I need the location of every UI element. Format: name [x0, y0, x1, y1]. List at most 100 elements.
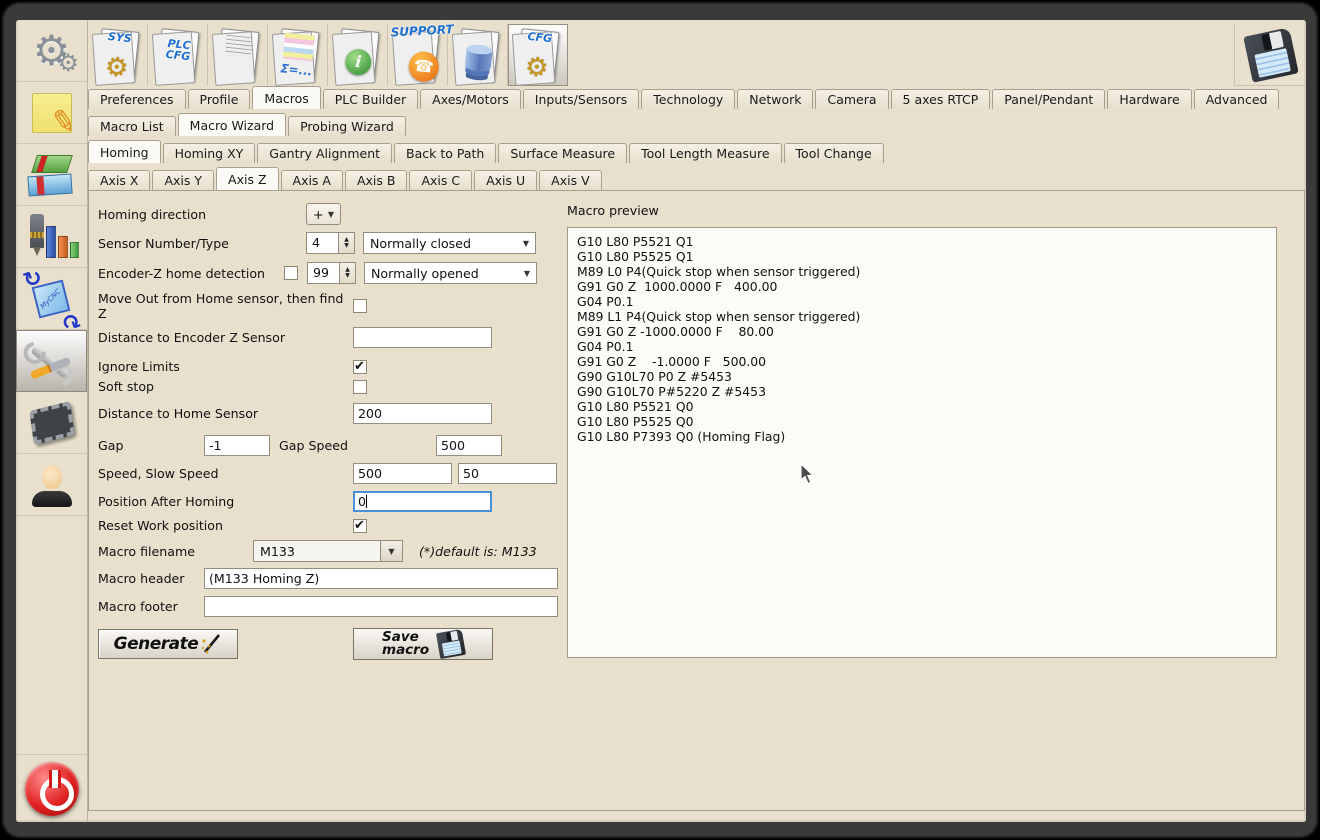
move-out-checkbox[interactable] [353, 299, 367, 313]
macro-header-input[interactable]: (M133 Homing Z) [204, 568, 558, 589]
ignore-limits-label: Ignore Limits [98, 359, 353, 374]
tab-probing-wizard[interactable]: Probing Wizard [288, 116, 406, 136]
tab-hardware[interactable]: Hardware [1107, 89, 1191, 109]
tab-advanced[interactable]: Advanced [1194, 89, 1280, 109]
tab-axis-a[interactable]: Axis A [281, 170, 343, 190]
toolbar-plc-cfg-button[interactable]: PLC CFG [148, 24, 208, 86]
sidebar-item-settings[interactable]: ⚙ ⚙ [16, 20, 87, 82]
tab-technology[interactable]: Technology [641, 89, 735, 109]
tab-macro-wizard[interactable]: Macro Wizard [178, 113, 286, 136]
tab-axis-u[interactable]: Axis U [474, 170, 537, 190]
sidebar-item-edit-note[interactable]: ✎ [16, 82, 87, 144]
document-icon: SYS ⚙ [96, 28, 139, 82]
position-after-input[interactable]: 0 [353, 491, 492, 512]
macro-footer-label: Macro footer [98, 599, 204, 614]
sidebar: ⚙ ⚙ ✎ ↻ MyCNC ↻ [16, 20, 88, 822]
tab-homing[interactable]: Homing [88, 140, 161, 163]
phone-icon: ☎ [407, 50, 440, 83]
gap-speed-label: Gap Speed [279, 438, 436, 453]
tab-axis-z[interactable]: Axis Z [216, 167, 278, 190]
spinner-arrows-icon[interactable]: ▲▼ [339, 263, 355, 283]
wizard-tabs: HomingHoming XYGantry AlignmentBack to P… [88, 136, 1306, 163]
toolbar-save-button[interactable] [1234, 24, 1306, 86]
tab-profile[interactable]: Profile [188, 89, 251, 109]
dist-encoder-input[interactable] [353, 327, 492, 348]
tab-axis-y[interactable]: Axis Y [152, 170, 214, 190]
floppy-disk-icon [1243, 27, 1299, 83]
tab-axes-motors[interactable]: Axes/Motors [420, 89, 521, 109]
encoder-z-type-select[interactable]: Normally opened ▼ [364, 262, 537, 284]
soft-stop-checkbox[interactable] [353, 380, 367, 394]
tab-panel-pendant[interactable]: Panel/Pendant [992, 89, 1105, 109]
tab-axis-x[interactable]: Axis X [88, 170, 150, 190]
dist-encoder-label: Distance to Encoder Z Sensor [98, 330, 353, 345]
tab-inputs-sensors[interactable]: Inputs/Sensors [523, 89, 639, 109]
document-icon: PLC CFG [156, 28, 199, 82]
gear-small-icon: ⚙ [57, 49, 79, 77]
sidebar-item-tools[interactable] [16, 330, 87, 392]
toolbar-support-button[interactable]: SUPPORT ☎ [388, 24, 448, 86]
toolbar-info-button[interactable]: i [328, 24, 388, 86]
document-icon: SUPPORT ☎ [396, 28, 439, 82]
macro-preview-text[interactable]: G10 L80 P5521 Q1 G10 L80 P5525 Q1 M89 L0… [567, 227, 1277, 658]
tab-network[interactable]: Network [737, 89, 813, 109]
toolbar-cfg-button[interactable]: CFG ⚙ [508, 24, 568, 86]
text-caret [366, 495, 367, 508]
slow-speed-input[interactable]: 50 [458, 463, 557, 484]
mouse-cursor [800, 463, 816, 485]
sys-label: SYS [101, 30, 138, 45]
tab-back-to-path[interactable]: Back to Path [394, 143, 496, 163]
encoder-z-spinner[interactable]: 99 ▲▼ [307, 262, 356, 284]
tab-axis-c[interactable]: Axis C [409, 170, 472, 190]
tab-gantry-alignment[interactable]: Gantry Alignment [257, 143, 392, 163]
rotate-arrow-icon: ↻ [58, 306, 83, 330]
sidebar-item-statistics[interactable] [16, 206, 87, 268]
sensor-type-select[interactable]: Normally closed ▼ [363, 232, 536, 254]
tab-macros[interactable]: Macros [252, 86, 320, 109]
tab-surface-measure[interactable]: Surface Measure [498, 143, 627, 163]
tab-camera[interactable]: Camera [815, 89, 888, 109]
plc-cfg-label: PLC CFG [159, 37, 197, 63]
tab-axis-v[interactable]: Axis V [539, 170, 601, 190]
power-button[interactable] [25, 762, 79, 816]
dist-home-input[interactable]: 200 [353, 403, 492, 424]
macro-footer-input[interactable] [204, 596, 558, 617]
gap-input[interactable]: -1 [204, 435, 270, 456]
speed-input[interactable]: 500 [353, 463, 452, 484]
tab-tool-change[interactable]: Tool Change [784, 143, 884, 163]
tab-5-axes-rtcp[interactable]: 5 axes RTCP [891, 89, 991, 109]
sidebar-item-user[interactable] [16, 454, 87, 516]
reset-work-checkbox[interactable] [353, 519, 367, 533]
toolbar-sys-settings-button[interactable]: SYS ⚙ [88, 24, 148, 86]
sidebar-item-hardware[interactable] [16, 392, 87, 454]
toolbar-database-button[interactable] [448, 24, 508, 86]
tab-plc-builder[interactable]: PLC Builder [323, 89, 418, 109]
tab-tool-length-measure[interactable]: Tool Length Measure [629, 143, 781, 163]
toolbar-text-doc-button[interactable] [208, 24, 268, 86]
gap-speed-input[interactable]: 500 [436, 435, 502, 456]
spinner-arrows-icon[interactable]: ▲▼ [338, 233, 354, 253]
info-icon: i [343, 48, 372, 77]
toolbar-macro-formulas-button[interactable]: Σ=... [268, 24, 328, 86]
homing-direction-select[interactable]: + ▼ [306, 203, 341, 225]
sidebar-item-manuals[interactable] [16, 144, 87, 206]
tab-preferences[interactable]: Preferences [88, 89, 186, 109]
app-window: ⚙ ⚙ ✎ ↻ MyCNC ↻ [2, 2, 1318, 838]
user-icon [30, 463, 74, 507]
main-tabs: PreferencesProfileMacrosPLC BuilderAxes/… [88, 86, 1306, 109]
mycnc-label: MyCNC [39, 287, 63, 310]
encoder-z-checkbox[interactable] [284, 266, 298, 280]
dist-home-label: Distance to Home Sensor [98, 406, 353, 421]
homing-direction-label: Homing direction [98, 207, 306, 222]
tab-homing-xy[interactable]: Homing XY [163, 143, 256, 163]
macro-filename-select[interactable]: M133 ▼ [253, 540, 403, 562]
sensor-number-spinner[interactable]: 4 ▲▼ [306, 232, 355, 254]
chevron-down-icon[interactable]: ▼ [380, 541, 402, 561]
tab-axis-b[interactable]: Axis B [345, 170, 407, 190]
generate-button[interactable]: Generate [98, 629, 238, 659]
ignore-limits-checkbox[interactable] [353, 360, 367, 374]
save-macro-button[interactable]: Save macro [353, 628, 493, 660]
sidebar-item-rotate-screen[interactable]: ↻ MyCNC ↻ [16, 268, 87, 330]
tab-macro-list[interactable]: Macro List [88, 116, 176, 136]
sensor-number-value: 4 [307, 233, 338, 253]
